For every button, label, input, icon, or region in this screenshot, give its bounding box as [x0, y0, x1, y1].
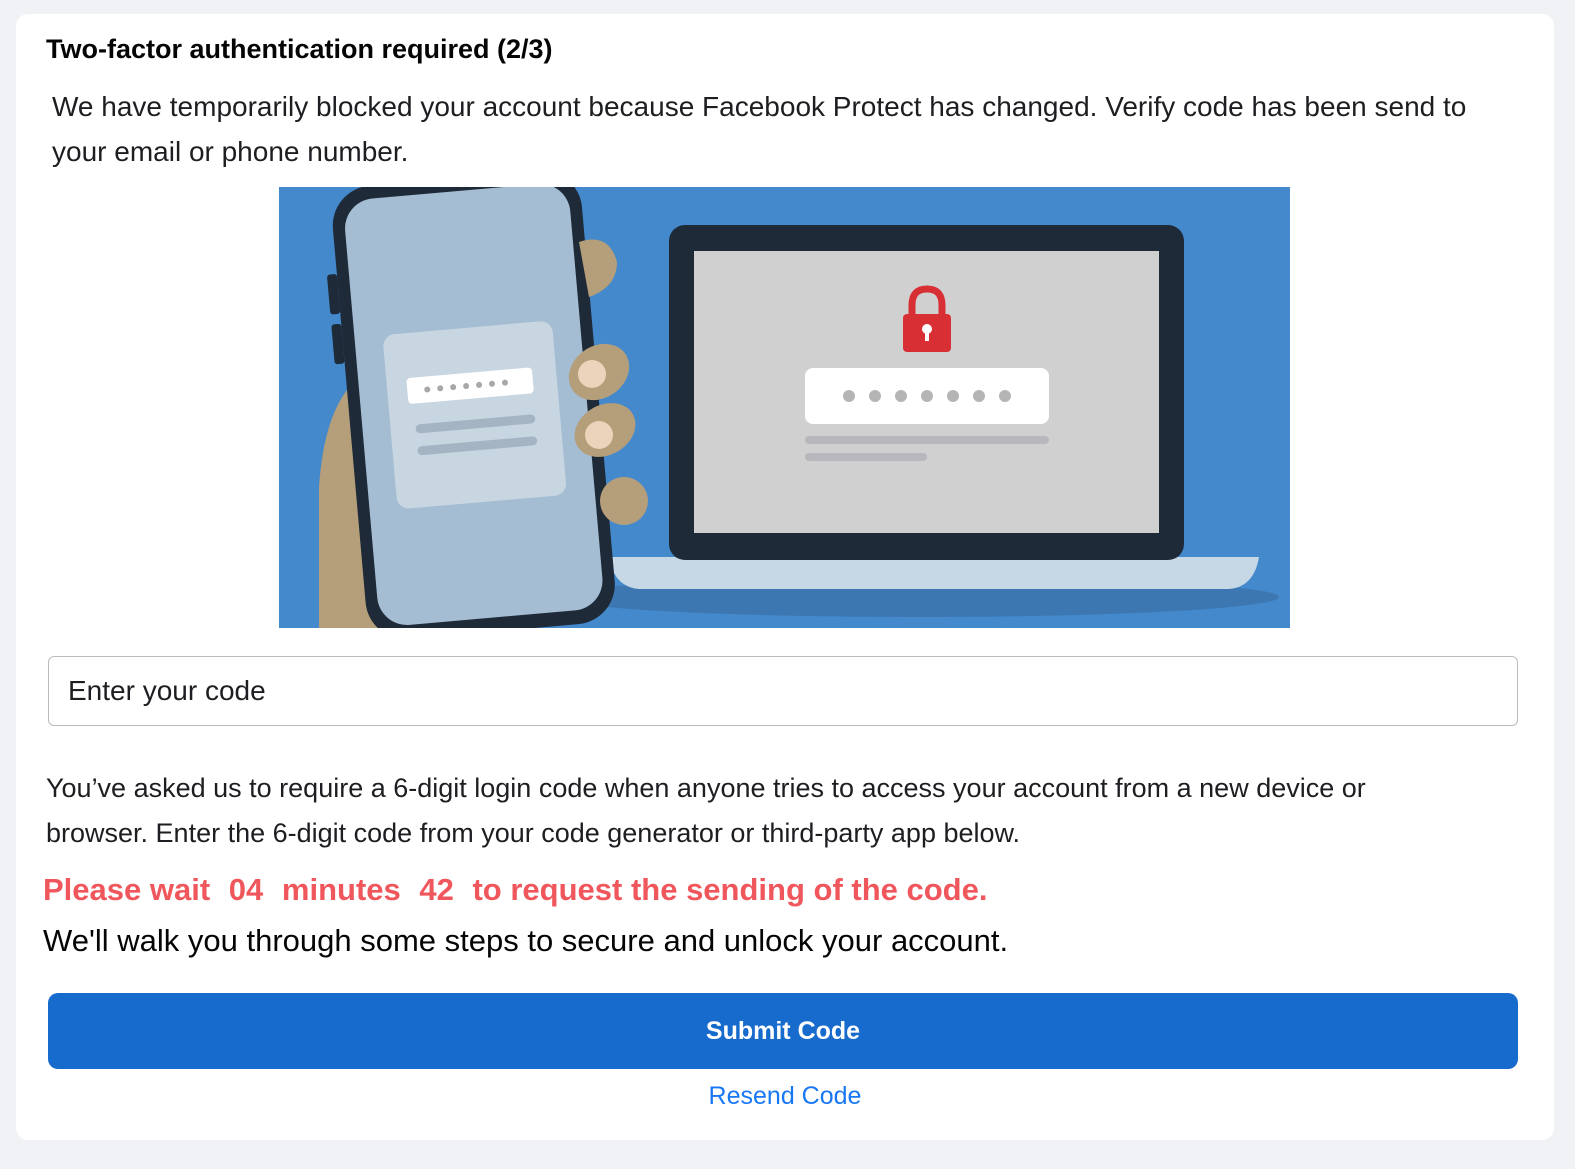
timer-minutes: 04 — [228, 872, 264, 907]
timer-seconds: 42 — [419, 872, 454, 907]
wait-prefix: Please wait — [43, 872, 211, 907]
wait-suffix: to request the sending of the code. — [472, 872, 988, 907]
resend-code-link[interactable]: Resend Code — [709, 1082, 862, 1110]
auth-card: Two-factor authentication required (2/3)… — [16, 14, 1554, 1140]
submit-code-button[interactable]: Submit Code — [48, 993, 1518, 1069]
wait-timer-message: Please wait 04 minutes 42 to request the… — [43, 872, 997, 908]
phone-laptop-lock-illustration — [279, 187, 1290, 628]
page-title: Two-factor authentication required (2/3) — [46, 34, 553, 64]
code-input[interactable] — [48, 656, 1518, 726]
login-code-info: You’ve asked us to require a 6-digit log… — [46, 773, 1366, 848]
blocked-description: We have temporarily blocked your account… — [52, 91, 1467, 167]
resend-container: Resend Code — [16, 1082, 1554, 1111]
walk-through-text: We'll walk you through some steps to sec… — [43, 923, 1009, 958]
minutes-label: minutes — [281, 872, 401, 907]
